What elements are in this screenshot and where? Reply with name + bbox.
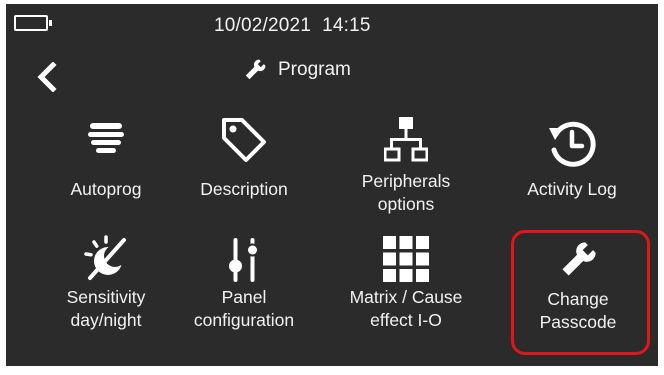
grid-icon xyxy=(383,236,429,282)
sun-moon-icon xyxy=(84,235,126,280)
sliders-icon xyxy=(229,238,259,282)
smoke-detector-icon xyxy=(88,123,124,153)
battery-icon xyxy=(14,15,52,31)
sensitivity-label-line2: day/night xyxy=(70,310,142,330)
matrix-label-line2: effect I-O xyxy=(370,310,442,330)
chevron-left-icon xyxy=(37,61,57,93)
sensitivity-day-night-button[interactable]: Sensitivity day/night xyxy=(36,230,176,350)
wrench-icon xyxy=(562,242,596,276)
description-label: Description xyxy=(200,179,288,199)
panel-configuration-label-line1: Panel xyxy=(221,287,267,307)
panel-configuration-label-line2: configuration xyxy=(193,310,295,330)
page-title: Program xyxy=(278,59,351,80)
history-clock-icon xyxy=(549,121,596,167)
autoprog-button[interactable]: Autoprog xyxy=(36,114,176,234)
autoprog-label: Autoprog xyxy=(70,179,142,199)
change-passcode-button[interactable]: Change Passcode xyxy=(508,230,648,350)
peripherals-label-line2: options xyxy=(377,194,435,214)
peripherals-label: Peripherals options xyxy=(336,170,476,216)
activity-log-button[interactable]: Activity Log xyxy=(502,114,642,234)
tag-icon xyxy=(222,118,266,162)
page-header: Program xyxy=(242,56,351,84)
sensitivity-label-line1: Sensitivity xyxy=(66,287,146,307)
status-datetime: 10/02/2021 14:15 xyxy=(214,15,371,37)
matrix-label: Matrix / Cause effect I-O xyxy=(336,286,476,332)
back-button[interactable] xyxy=(34,61,60,93)
sensitivity-label: Sensitivity day/night xyxy=(36,286,176,332)
status-time: 14:15 xyxy=(322,15,371,36)
peripherals-options-button[interactable]: Peripherals options xyxy=(336,114,476,234)
matrix-label-line1: Matrix / Cause xyxy=(349,287,463,307)
touchscreen-panel: 10/02/2021 14:15 Program Autoprog Descri… xyxy=(6,4,658,366)
network-tree-icon xyxy=(384,117,428,162)
change-passcode-label: Change Passcode xyxy=(508,288,648,334)
panel-configuration-button[interactable]: Panel configuration xyxy=(174,230,314,350)
description-button[interactable]: Description xyxy=(174,114,314,234)
activity-log-label: Activity Log xyxy=(527,179,617,199)
matrix-cause-effect-button[interactable]: Matrix / Cause effect I-O xyxy=(336,230,476,350)
status-date: 10/02/2021 xyxy=(214,15,312,36)
change-passcode-label-line2: Passcode xyxy=(539,312,617,332)
wrench-icon xyxy=(245,59,266,80)
peripherals-label-line1: Peripherals xyxy=(361,171,451,191)
panel-configuration-label: Panel configuration xyxy=(174,286,314,332)
change-passcode-label-line1: Change xyxy=(547,289,609,309)
